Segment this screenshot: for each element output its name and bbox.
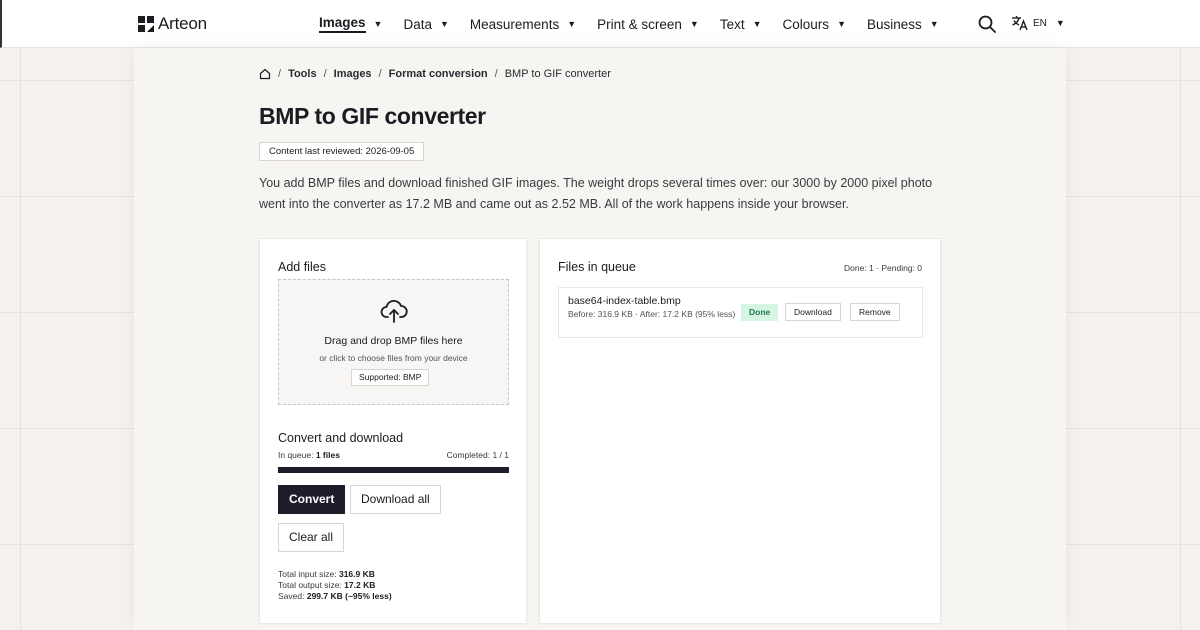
nav-item-label: Print & screen <box>597 16 682 32</box>
breadcrumb: / Tools / Images / Format conversion / B… <box>259 68 611 80</box>
total-input-value: 316.9 KB <box>338 569 375 579</box>
total-input-label: Total input size: <box>278 569 337 579</box>
convert-button[interactable]: Convert <box>278 485 346 514</box>
file-sizes: Before: 316.9 KB · After: 17.2 KB (95% l… <box>568 309 736 319</box>
convert-heading: Convert and download <box>278 431 404 445</box>
breadcrumb-current: BMP to GIF converter <box>504 68 611 80</box>
file-name: base64-index-table.bmp <box>568 295 681 307</box>
conversion-progress-bar <box>278 467 509 473</box>
dropzone-subtitle: or click to choose files from your devic… <box>319 353 468 363</box>
intro-paragraph: You add BMP files and download finished … <box>259 176 933 211</box>
chevron-down-icon: ▼ <box>752 19 762 29</box>
breadcrumb-separator: / <box>378 68 382 80</box>
language-code: EN <box>1033 17 1047 29</box>
completed-label: Completed: <box>446 450 491 460</box>
supported-formats-badge: Supported: BMP <box>351 369 430 386</box>
nav-item-label: Images <box>319 15 366 33</box>
nav-item-data[interactable]: Data ▼ <box>403 17 448 32</box>
nav-item-label: Data <box>403 16 432 32</box>
saved-row: Saved: 299.7 KB (~95% less) <box>278 591 392 602</box>
files-in-queue-heading: Files in queue <box>558 260 636 274</box>
nav-item-colours[interactable]: Colours ▼ <box>783 17 846 32</box>
status-badge: Done <box>741 304 779 321</box>
completed-stat: Completed: 1 / 1 <box>447 450 509 460</box>
breadcrumb-separator: / <box>323 68 327 80</box>
file-dropzone[interactable]: Drag and drop BMP files here or click to… <box>278 279 509 405</box>
brand-name: Arteon <box>158 14 207 33</box>
files-in-queue-card: Files in queue Done: 1 · Pending: 0 base… <box>539 238 941 624</box>
nav-item-label: Measurements <box>469 16 560 32</box>
search-icon <box>978 15 996 33</box>
chevron-down-icon: ▼ <box>837 19 846 29</box>
queue-stats-row: In queue: 1 files Completed: 1 / 1 <box>278 450 509 460</box>
totals-summary: Total input size: 316.9 KB Total output … <box>278 569 392 602</box>
add-files-heading: Add files <box>278 260 326 274</box>
nav-item-business[interactable]: Business ▼ <box>867 17 939 32</box>
download-all-button[interactable]: Download all <box>350 485 441 514</box>
add-files-card: Add files Drag and drop BMP files here o… <box>259 238 527 624</box>
search-button[interactable] <box>977 14 997 34</box>
saved-value: 299.7 KB (~95% less) <box>306 591 392 601</box>
nav-item-label: Business <box>866 16 922 32</box>
dropzone-title: Drag and drop BMP files here <box>324 335 463 347</box>
page-title: BMP to GIF converter <box>259 103 486 129</box>
home-icon[interactable] <box>259 68 271 80</box>
completed-value: 1 / 1 <box>492 450 509 460</box>
nav-item-label: Colours <box>782 16 830 32</box>
reviewed-date: 2026-09-05 <box>365 146 415 157</box>
file-list-item: base64-index-table.bmp Before: 316.9 KB … <box>558 287 923 338</box>
chevron-down-icon: ▼ <box>1055 18 1065 28</box>
clear-all-button[interactable]: Clear all <box>278 523 345 552</box>
breadcrumb-tools[interactable]: Tools <box>288 68 317 80</box>
language-selector[interactable]: EN ▼ <box>1011 15 1065 31</box>
total-output-value: 17.2 KB <box>344 580 376 590</box>
nav-item-text[interactable]: Text ▼ <box>720 17 762 32</box>
cloud-upload-icon <box>380 299 408 323</box>
in-queue-value: 1 files <box>315 450 340 460</box>
top-navigation-bar: Arteon Images ▼ Data ▼ Measurements ▼ Pr… <box>0 0 1200 48</box>
translate-icon <box>1012 16 1028 31</box>
in-queue-label: In queue: <box>278 450 314 460</box>
nav-item-measurements[interactable]: Measurements ▼ <box>470 17 576 32</box>
file-download-button[interactable]: Download <box>785 303 841 321</box>
total-input-row: Total input size: 316.9 KB <box>278 569 392 580</box>
chevron-down-icon: ▼ <box>567 19 577 29</box>
chevron-down-icon: ▼ <box>439 19 449 29</box>
saved-label: Saved: <box>278 591 305 601</box>
main-nav: Images ▼ Data ▼ Measurements ▼ Print & s… <box>319 0 960 48</box>
brand-logo[interactable]: Arteon <box>138 14 207 34</box>
queue-counts: Done: 1 · Pending: 0 <box>844 263 922 273</box>
in-queue-stat: In queue: 1 files <box>278 450 340 460</box>
breadcrumb-images[interactable]: Images <box>334 68 372 80</box>
progress-fill <box>278 467 509 473</box>
breadcrumb-separator: / <box>278 68 282 80</box>
total-output-row: Total output size: 17.2 KB <box>278 580 392 591</box>
total-output-label: Total output size: <box>278 580 342 590</box>
chevron-down-icon: ▼ <box>689 19 699 29</box>
arteon-logo-icon <box>138 16 154 32</box>
breadcrumb-format-conversion[interactable]: Format conversion <box>389 68 488 80</box>
nav-item-label: Text <box>719 16 745 32</box>
nav-item-print-screen[interactable]: Print & screen ▼ <box>597 17 699 32</box>
chevron-down-icon: ▼ <box>929 19 939 29</box>
file-remove-button[interactable]: Remove <box>850 303 900 321</box>
chevron-down-icon: ▼ <box>373 19 383 29</box>
reviewed-label: Content last reviewed: <box>269 146 363 157</box>
nav-item-images[interactable]: Images ▼ <box>319 15 382 33</box>
breadcrumb-separator: / <box>494 68 498 80</box>
content-reviewed-badge: Content last reviewed: 2026-09-05 <box>259 142 425 161</box>
